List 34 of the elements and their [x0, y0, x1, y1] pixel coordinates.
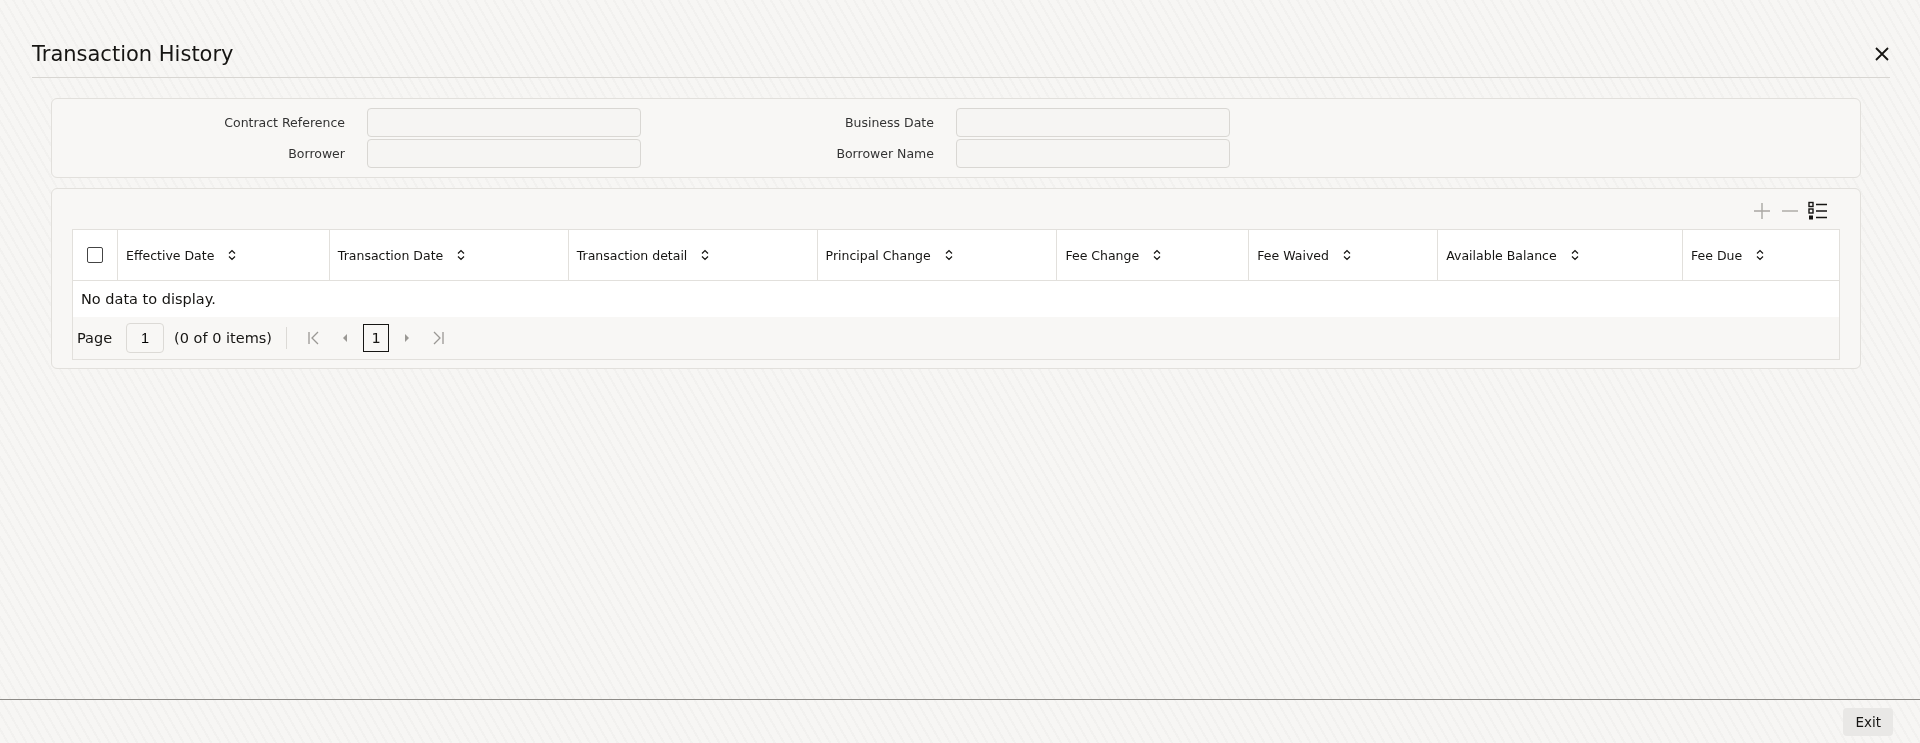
close-icon[interactable]: [1874, 46, 1890, 62]
sort-icon[interactable]: [1756, 249, 1765, 261]
empty-message: No data to display.: [81, 291, 216, 307]
sort-icon[interactable]: [1570, 249, 1579, 261]
column-header[interactable]: Principal Change: [825, 247, 931, 263]
field-label: Business Date: [843, 115, 935, 130]
input-field[interactable]: [955, 108, 1230, 137]
input-field[interactable]: [955, 139, 1230, 168]
input-field[interactable]: [366, 108, 641, 137]
column-header[interactable]: Available Balance: [1446, 247, 1557, 263]
window-title: Transaction History: [32, 42, 234, 66]
input-field[interactable]: [366, 139, 641, 168]
column-header[interactable]: Transaction Date: [337, 247, 444, 263]
exit-button[interactable]: Exit: [1843, 707, 1893, 736]
current-page[interactable]: 1: [363, 324, 389, 352]
sort-icon[interactable]: [1342, 249, 1351, 261]
column-header[interactable]: Transaction detail: [576, 247, 688, 263]
column-header[interactable]: Effective Date: [126, 247, 215, 263]
column-header[interactable]: Fee Change: [1065, 247, 1140, 263]
column-header[interactable]: Fee Waived: [1257, 247, 1329, 263]
field-label: Borrower Name: [835, 146, 935, 161]
sort-icon[interactable]: [701, 249, 710, 261]
sort-icon[interactable]: [1153, 249, 1162, 261]
field-label: Contract Reference: [223, 115, 346, 130]
column-header[interactable]: Fee Due: [1691, 247, 1743, 263]
sort-icon[interactable]: [457, 249, 466, 261]
field-label: Borrower: [287, 146, 346, 161]
page-label: Page: [77, 330, 113, 346]
sort-icon[interactable]: [228, 249, 237, 261]
item-count: (0 of 0 items): [174, 330, 272, 346]
page-input[interactable]: 1: [126, 323, 165, 353]
checkbox[interactable]: [87, 247, 103, 263]
list-icon[interactable]: [1808, 201, 1828, 221]
sort-icon[interactable]: [944, 249, 953, 261]
